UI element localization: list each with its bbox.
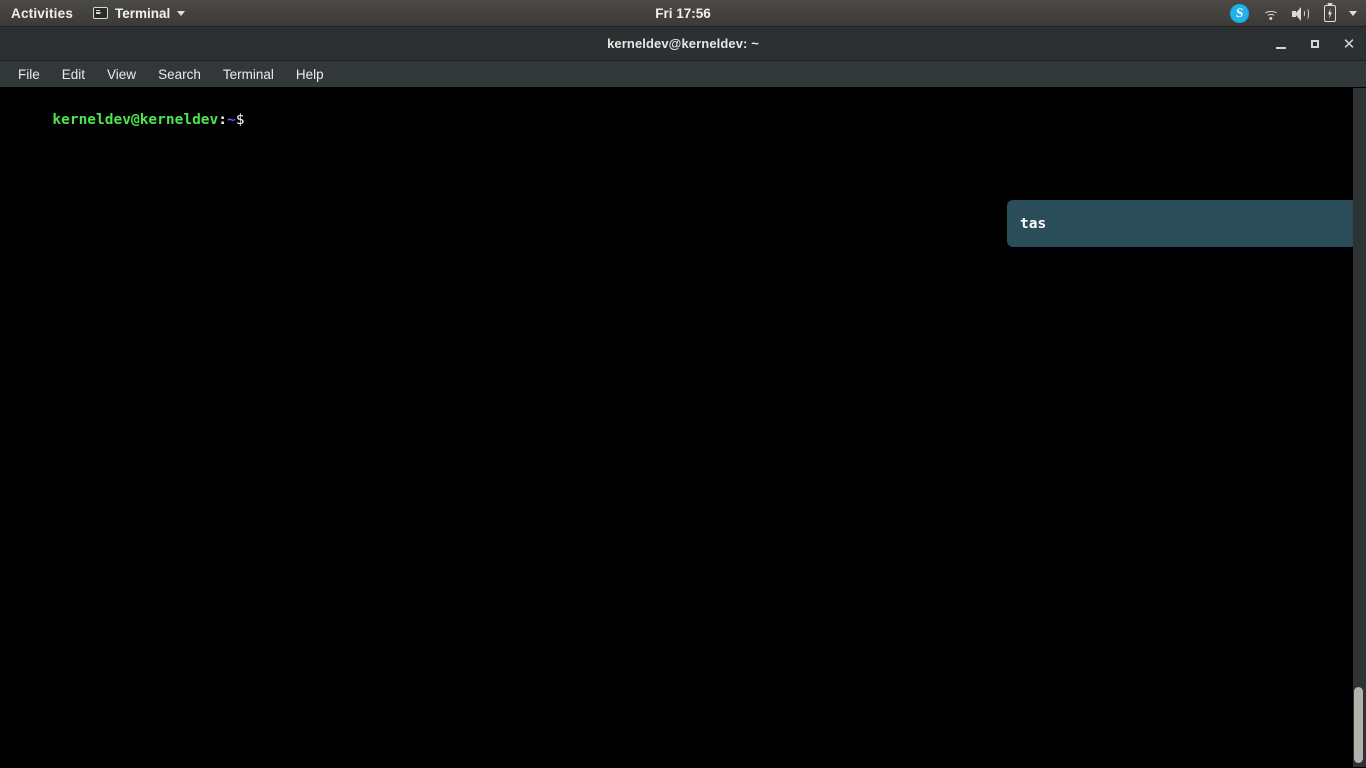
volume-icon[interactable] xyxy=(1292,6,1311,21)
window-controls: ✕ xyxy=(1264,27,1366,61)
completion-popup[interactable]: tas xyxy=(1007,200,1357,247)
app-menu-terminal[interactable]: Terminal xyxy=(85,0,193,27)
menu-item-file[interactable]: File xyxy=(7,61,51,88)
battery-charging-icon[interactable] xyxy=(1324,5,1336,22)
shell-prompt-line: kerneldev@kerneldev:~$ xyxy=(0,92,244,149)
gnome-top-bar: Activities Terminal Fri 17:56 S xyxy=(0,0,1366,27)
prompt-symbol: $ xyxy=(235,112,245,128)
clock-area: Fri 17:56 xyxy=(0,0,1366,27)
completion-popup-text: tas xyxy=(1020,215,1047,232)
menu-item-view[interactable]: View xyxy=(96,61,147,88)
clock-label[interactable]: Fri 17:56 xyxy=(655,6,711,21)
prompt-colon: : xyxy=(218,112,227,128)
activities-button[interactable]: Activities xyxy=(0,0,85,27)
menu-item-help[interactable]: Help xyxy=(285,61,335,88)
system-menu-chevron-icon[interactable] xyxy=(1349,11,1357,16)
close-button[interactable]: ✕ xyxy=(1332,27,1366,61)
wifi-icon[interactable] xyxy=(1262,7,1279,20)
terminal-icon xyxy=(93,7,109,19)
prompt-user-host: kerneldev@kerneldev xyxy=(52,112,219,128)
prompt-path: ~ xyxy=(227,112,236,128)
window-title: kerneldev@kerneldev: ~ xyxy=(607,36,759,51)
skype-glyph: S xyxy=(1235,4,1244,20)
skype-icon[interactable]: S xyxy=(1230,4,1249,23)
maximize-icon xyxy=(1311,40,1319,48)
minimize-icon xyxy=(1276,46,1286,49)
maximize-button[interactable] xyxy=(1298,27,1332,61)
minimize-button[interactable] xyxy=(1264,27,1298,61)
menu-bar: File Edit View Search Terminal Help xyxy=(0,61,1366,88)
window-title-bar[interactable]: kerneldev@kerneldev: ~ ✕ xyxy=(0,27,1366,61)
app-menu-label: Terminal xyxy=(115,5,171,21)
terminal-scrollbar[interactable] xyxy=(1353,88,1366,767)
system-tray: S xyxy=(1230,0,1366,27)
menu-item-search[interactable]: Search xyxy=(147,61,212,88)
menu-item-terminal[interactable]: Terminal xyxy=(212,61,285,88)
terminal-window: kerneldev@kerneldev: ~ ✕ File Edit View … xyxy=(0,27,1366,768)
menu-item-edit[interactable]: Edit xyxy=(51,61,96,88)
terminal-scrollbar-thumb[interactable] xyxy=(1354,687,1363,763)
activities-label: Activities xyxy=(11,5,74,21)
close-icon: ✕ xyxy=(1342,35,1356,53)
chevron-down-icon xyxy=(177,10,186,16)
terminal-output-area[interactable]: kerneldev@kerneldev:~$ tas xyxy=(0,88,1366,767)
